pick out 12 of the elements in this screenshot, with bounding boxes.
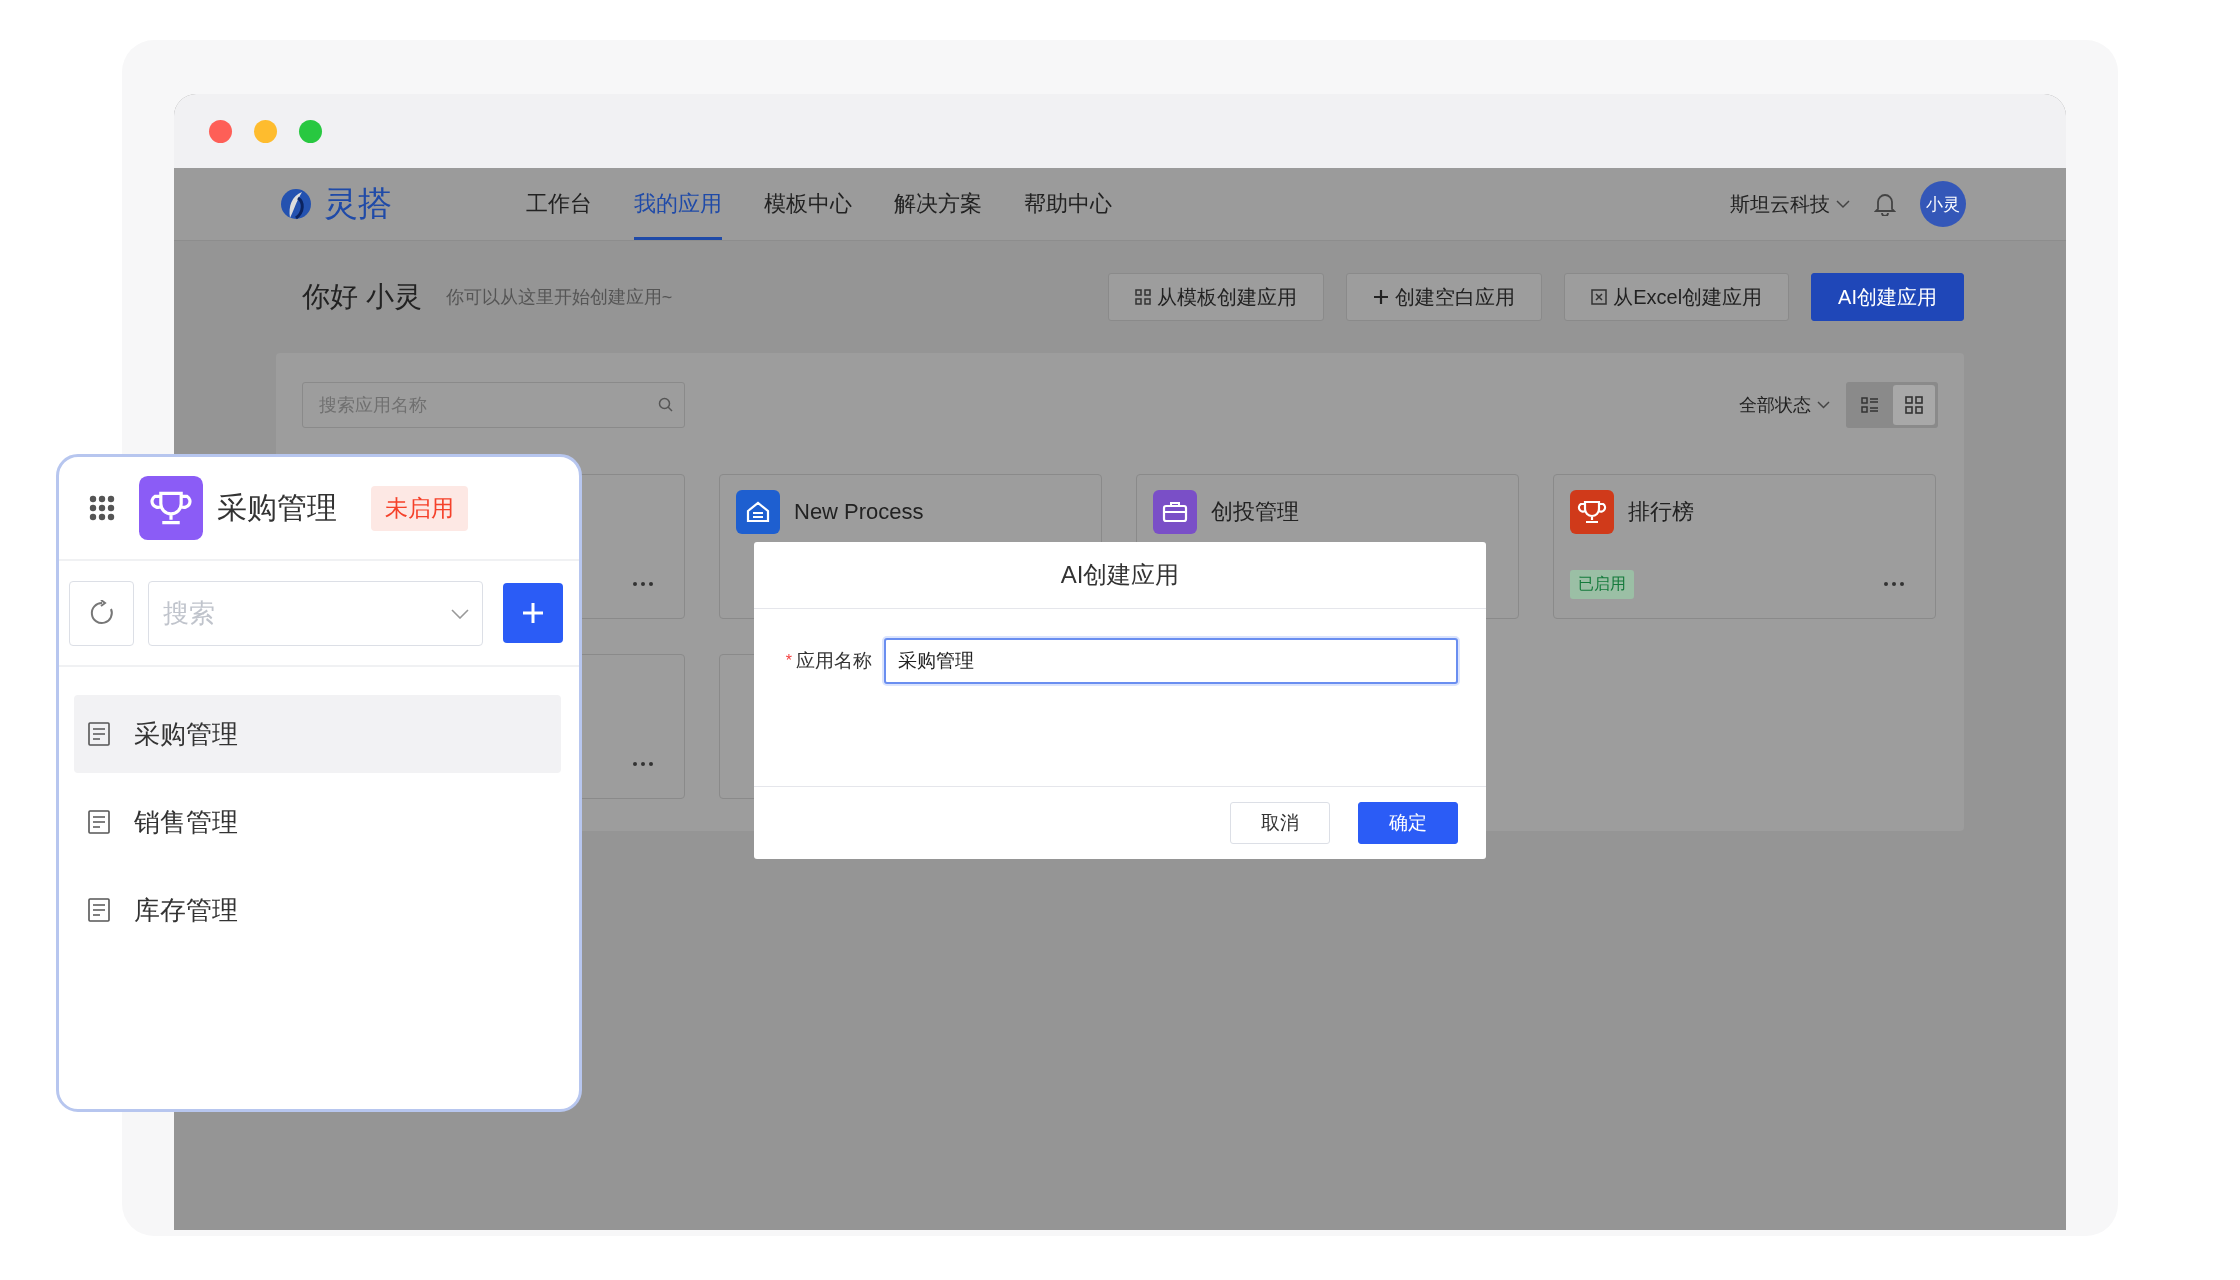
app-title: 排行榜 (1628, 498, 1694, 526)
app-title: New Process (794, 499, 924, 525)
app-name: 采购管理 (217, 489, 337, 526)
status-badge: 未启用 (371, 485, 468, 531)
greeting: 你好 小灵 (302, 280, 422, 314)
required-mark: * (785, 652, 792, 670)
logo-text: 灵搭 (324, 183, 392, 224)
status-badge: 已启用 (1570, 569, 1634, 599)
app-title: 创投管理 (1211, 498, 1299, 526)
field-label: 应用名称 (796, 649, 872, 673)
greeting-hint: 你可以从这里开始创建应用~ (445, 286, 673, 309)
dialog-title: AI创建应用 (1060, 560, 1180, 590)
